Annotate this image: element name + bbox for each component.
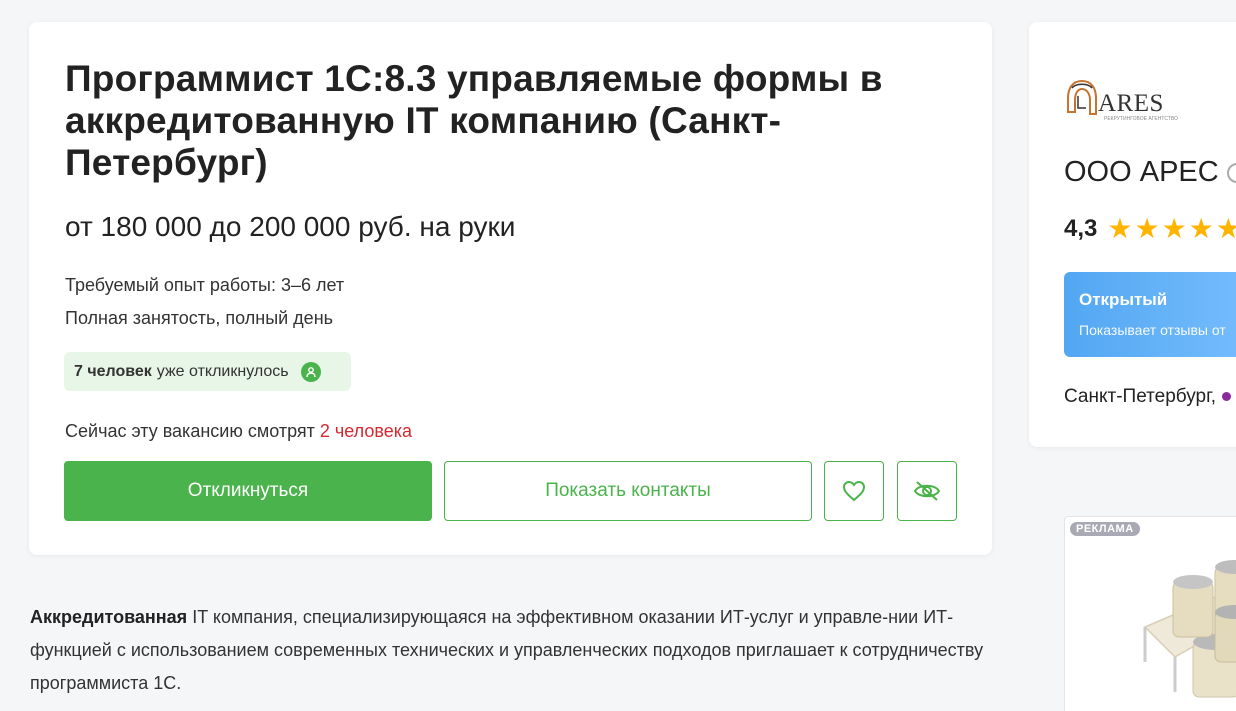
heart-icon [842,480,866,502]
favorite-button[interactable] [824,461,884,521]
employer-city: Санкт-Петербург, [1064,386,1231,408]
vacancy-description: Аккредитованная IT компания, специализир… [30,601,990,700]
viewing-now: Сейчас эту вакансию смотрят 2 человека [65,421,412,442]
show-contacts-button[interactable]: Показать контакты [444,461,812,521]
open-subtitle: Показывает отзывы от [1079,322,1226,338]
person-icon [300,361,321,382]
spice-rack-image [1143,560,1236,698]
eye-off-icon [913,481,941,501]
city-text: Санкт-Петербург, [1064,386,1216,407]
rating-value: 4,3 [1064,214,1098,242]
ad-block[interactable]: РЕКЛАМА [1064,516,1236,711]
responses-count: 7 человек [74,362,152,380]
vacancy-title: Программист 1С:8.3 управляемые формы в а… [65,58,883,183]
verified-icon [1227,163,1236,183]
logo-text: ARES [1098,90,1164,117]
company-logo[interactable]: ARES РЕКРУТИНГОВОЕ АГЕНТСТВО [1064,78,1178,122]
star-rating-icon: ★★★★★ [1107,213,1236,244]
vacancy-salary: от 180 000 до 200 000 руб. на руки [65,211,516,242]
vacancy-card: Программист 1С:8.3 управляемые формы в а… [29,22,992,555]
rating-row[interactable]: 4,3 ★★★★★ [1064,212,1236,245]
employment-text: Полная занятость, полный день [65,308,334,328]
responses-text: уже откликнулось [156,362,289,380]
responses-badge: 7 человек уже откликнулось [64,352,351,391]
open-employer-badge[interactable]: Открытый Показывает отзывы от [1064,272,1236,357]
helmet-logo-icon [1067,79,1097,115]
company-name[interactable]: ООО АРЕС [1064,156,1219,189]
employer-card: ARES РЕКРУТИНГОВОЕ АГЕНТСТВО ООО АРЕС 4,… [1029,22,1236,447]
open-title: Открытый [1079,290,1168,309]
metro-dot-icon [1221,392,1231,402]
respond-button[interactable]: Откликнуться [64,461,432,521]
hide-vacancy-button[interactable] [897,461,957,521]
experience-text: Требуемый опыт работы: 3–6 лет [65,275,345,295]
viewing-text: Сейчас эту вакансию смотрят [65,421,315,441]
logo-subtext: РЕКРУТИНГОВОЕ АГЕНТСТВО [1104,116,1178,122]
description-bold: Аккредитованная [30,607,188,627]
viewing-count: 2 человека [319,421,413,441]
